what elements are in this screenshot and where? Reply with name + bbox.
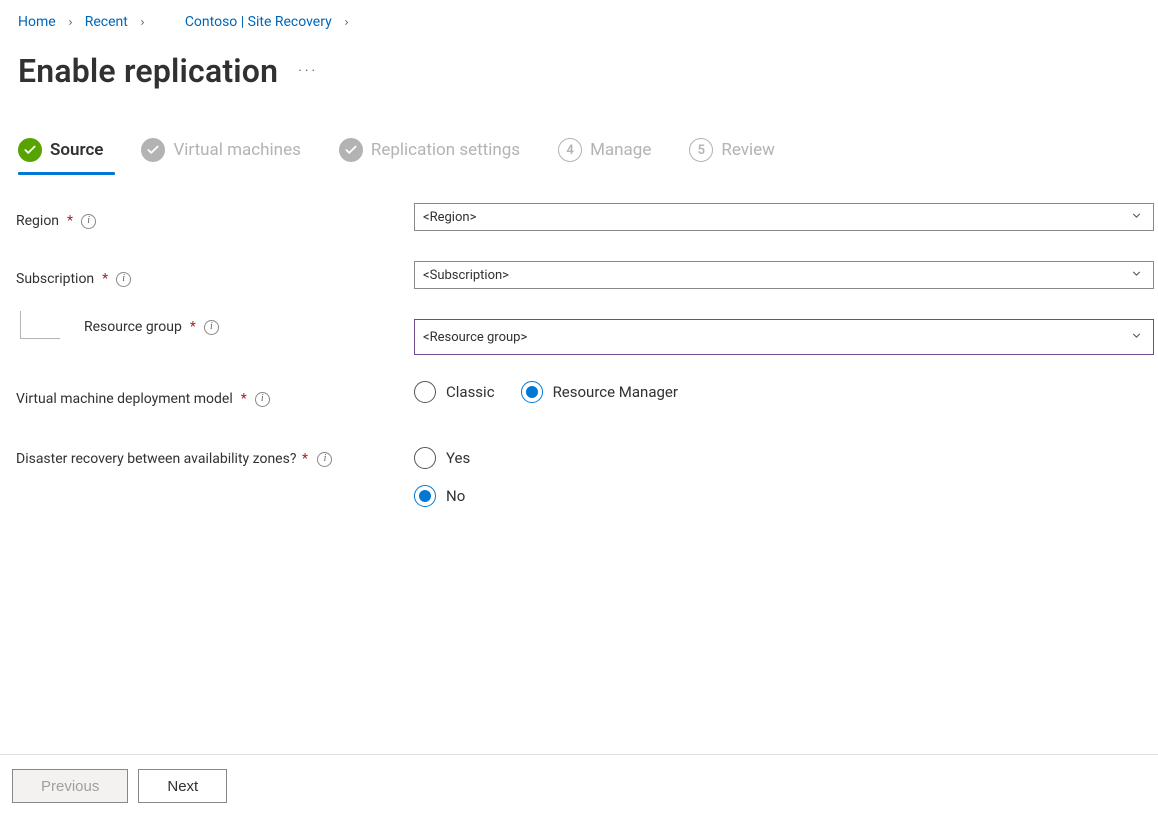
- breadcrumb-recent-link[interactable]: Recent: [85, 14, 128, 30]
- breadcrumb-home-link[interactable]: Home: [18, 14, 56, 30]
- region-value: <Region>: [423, 210, 476, 225]
- required-indicator: *: [102, 271, 108, 287]
- resource-group-dropdown[interactable]: <Resource group>: [414, 319, 1154, 355]
- info-icon[interactable]: i: [317, 452, 332, 467]
- required-indicator: *: [241, 391, 247, 407]
- subscription-control: <Subscription>: [414, 261, 1154, 293]
- info-icon[interactable]: i: [81, 214, 96, 229]
- dr-zones-control: Yes No: [414, 447, 1154, 507]
- chevron-right-icon: [342, 18, 351, 27]
- breadcrumb-contoso-link[interactable]: Contoso | Site Recovery: [185, 14, 332, 30]
- chevron-down-icon: [1130, 209, 1143, 225]
- tab-label: Review: [721, 140, 775, 160]
- check-circle-icon: [141, 138, 165, 162]
- deployment-control: Classic Resource Manager: [414, 381, 1154, 413]
- tab-label: Manage: [590, 140, 651, 160]
- tab-review[interactable]: 5 Review: [689, 138, 775, 162]
- resource-group-label: Resource group: [84, 319, 182, 335]
- check-circle-icon: [18, 138, 42, 162]
- next-button[interactable]: Next: [138, 769, 227, 803]
- required-indicator: *: [302, 451, 308, 467]
- wizard-footer: Previous Next: [0, 754, 1158, 817]
- tab-virtual-machines[interactable]: Virtual machines: [141, 138, 300, 162]
- chevron-right-icon: [66, 18, 75, 27]
- tab-replication-settings[interactable]: Replication settings: [339, 138, 520, 162]
- info-icon[interactable]: i: [116, 272, 131, 287]
- page-title: Enable replication: [18, 52, 278, 90]
- tab-source[interactable]: Source: [18, 138, 103, 162]
- deployment-radio-group: Classic Resource Manager: [414, 381, 1154, 403]
- radio-icon: [414, 447, 436, 469]
- title-row: Enable replication ···: [18, 52, 1142, 90]
- radio-label: Resource Manager: [553, 383, 678, 401]
- radio-label: Classic: [446, 383, 495, 401]
- dr-zones-no-radio[interactable]: No: [414, 485, 465, 507]
- tab-manage[interactable]: 4 Manage: [558, 138, 651, 162]
- dr-zones-radio-group: Yes No: [414, 447, 1154, 507]
- region-control: <Region>: [414, 203, 1154, 235]
- deployment-classic-radio[interactable]: Classic: [414, 381, 495, 403]
- chevron-right-icon: [138, 18, 147, 27]
- chevron-down-icon: [1130, 267, 1143, 283]
- radio-icon: [414, 381, 436, 403]
- source-form: Region * i <Region> Subscription * i <Su…: [16, 203, 1142, 533]
- resource-group-value: <Resource group>: [423, 330, 527, 345]
- radio-label: Yes: [446, 449, 470, 467]
- dr-zones-label-cell: Disaster recovery between availability z…: [16, 447, 336, 479]
- radio-icon: [414, 485, 436, 507]
- region-dropdown[interactable]: <Region>: [414, 203, 1154, 231]
- resource-group-label-cell: Resource group * i: [16, 319, 406, 351]
- info-icon[interactable]: i: [204, 320, 219, 335]
- subscription-dropdown[interactable]: <Subscription>: [414, 261, 1154, 289]
- region-label: Region: [16, 213, 59, 229]
- resource-group-control: <Resource group>: [414, 319, 1154, 355]
- deployment-resource-manager-radio[interactable]: Resource Manager: [521, 381, 678, 403]
- required-indicator: *: [190, 319, 196, 335]
- tab-label: Replication settings: [371, 140, 520, 160]
- region-label-cell: Region * i: [16, 203, 406, 235]
- subscription-value: <Subscription>: [423, 268, 509, 283]
- tab-label: Virtual machines: [173, 140, 300, 160]
- chevron-down-icon: [1130, 329, 1143, 345]
- breadcrumb: Home Recent Contoso | Site Recovery: [16, 10, 1142, 34]
- more-options-button[interactable]: ···: [298, 63, 318, 79]
- deployment-label-cell: Virtual machine deployment model * i: [16, 381, 406, 413]
- tab-label: Source: [50, 140, 103, 160]
- previous-button[interactable]: Previous: [12, 769, 128, 803]
- check-circle-icon: [339, 138, 363, 162]
- radio-label: No: [446, 487, 465, 505]
- step-number-icon: 5: [689, 138, 713, 162]
- info-icon[interactable]: i: [255, 392, 270, 407]
- deployment-label: Virtual machine deployment model: [16, 391, 233, 407]
- enable-replication-page: Home Recent Contoso | Site Recovery Enab…: [0, 0, 1158, 817]
- tree-connector-icon: [20, 311, 60, 339]
- subscription-label: Subscription: [16, 271, 94, 287]
- active-tab-underline: [18, 172, 115, 175]
- step-number-icon: 4: [558, 138, 582, 162]
- required-indicator: *: [67, 213, 73, 229]
- subscription-label-cell: Subscription * i: [16, 261, 406, 293]
- wizard-steps: Source Virtual machines Replication sett…: [16, 138, 1142, 162]
- radio-icon: [521, 381, 543, 403]
- dr-zones-yes-radio[interactable]: Yes: [414, 447, 470, 469]
- dr-zones-label: Disaster recovery between availability z…: [16, 451, 296, 467]
